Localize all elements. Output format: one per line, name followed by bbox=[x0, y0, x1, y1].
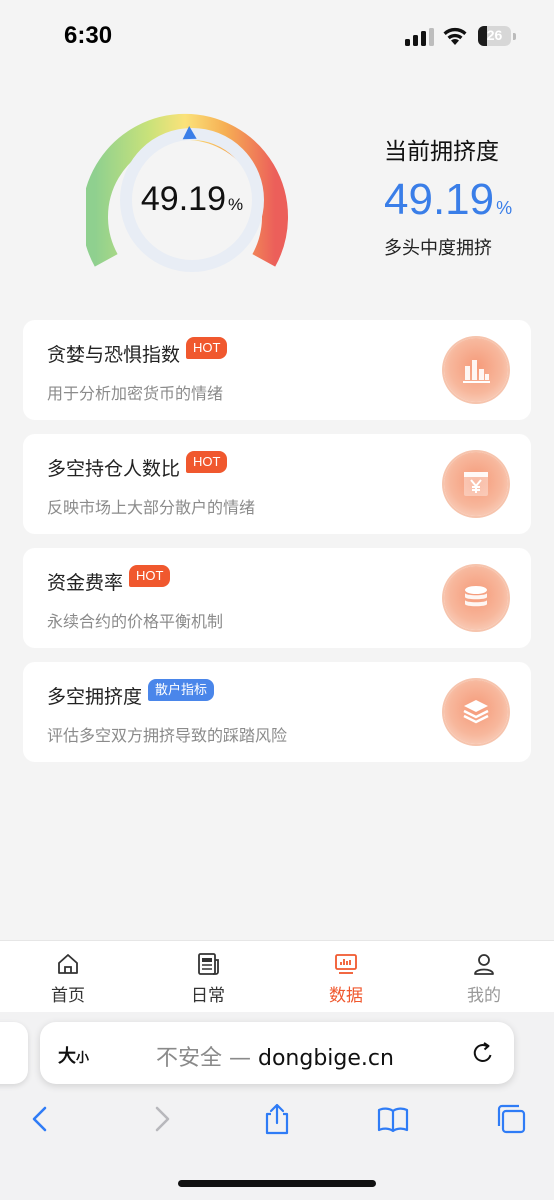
battery-indicator: 26 bbox=[478, 26, 516, 46]
gauge-unit: % bbox=[227, 195, 244, 214]
url-text[interactable]: 不安全 — dongbige.cn bbox=[156, 1040, 394, 1072]
card-description: 反映市场上大部分散户的情绪 bbox=[47, 498, 256, 517]
card-title: 贪婪与恐惧指数 bbox=[47, 344, 181, 366]
newspaper-icon bbox=[198, 953, 219, 975]
tab-home[interactable]: 首页 bbox=[28, 951, 108, 1006]
tab-label: 数据 bbox=[329, 986, 363, 1006]
database-icon bbox=[444, 566, 508, 630]
address-bar[interactable]: 大小 不安全 — dongbige.cn bbox=[40, 1022, 514, 1084]
text-size-button[interactable]: 大小 bbox=[58, 1042, 89, 1068]
status-bar: 6:30 26 bbox=[0, 0, 554, 70]
share-icon[interactable] bbox=[260, 1102, 294, 1136]
card-title-row: 多空拥挤度 散户指标 bbox=[47, 678, 215, 709]
home-indicator bbox=[178, 1180, 376, 1187]
retail-indicator-badge: 散户指标 bbox=[148, 678, 215, 701]
card-funding-rate[interactable]: 资金费率 HOT 永续合约的价格平衡机制 bbox=[23, 548, 531, 648]
forward-icon[interactable] bbox=[144, 1102, 178, 1136]
gauge-number: 49.19 bbox=[140, 180, 226, 218]
data-screen-icon bbox=[335, 954, 357, 974]
layers-icon bbox=[444, 680, 508, 744]
hot-badge: HOT bbox=[129, 564, 171, 587]
hot-badge: HOT bbox=[186, 336, 228, 359]
summary-value: 49.19% bbox=[384, 175, 544, 224]
hot-badge: HOT bbox=[186, 450, 228, 473]
bookmarks-icon[interactable] bbox=[376, 1102, 410, 1136]
text-size-big: 大 bbox=[58, 1046, 76, 1067]
back-icon[interactable] bbox=[24, 1102, 58, 1136]
summary-unit: % bbox=[496, 198, 513, 218]
user-icon bbox=[474, 954, 494, 975]
security-label: 不安全 — bbox=[156, 1046, 258, 1071]
card-title: 多空拥挤度 bbox=[47, 686, 143, 708]
card-title-row: 多空持仓人数比 HOT bbox=[47, 450, 228, 481]
home-icon bbox=[58, 954, 78, 974]
battery-tip bbox=[513, 33, 516, 40]
tab-label: 我的 bbox=[467, 986, 501, 1006]
crowding-summary: 当前拥挤度 49.19% 多头中度拥挤 bbox=[384, 132, 544, 260]
summary-title: 当前拥挤度 bbox=[384, 139, 499, 165]
card-long-short-ratio[interactable]: 多空持仓人数比 HOT 反映市场上大部分散户的情绪 bbox=[23, 434, 531, 534]
bar-chart-icon bbox=[444, 338, 508, 402]
tab-label: 日常 bbox=[191, 986, 225, 1006]
card-description: 永续合约的价格平衡机制 bbox=[47, 612, 224, 631]
summary-number: 49.19 bbox=[384, 175, 495, 224]
card-title-row: 贪婪与恐惧指数 HOT bbox=[47, 336, 228, 367]
cellular-signal-icon bbox=[405, 28, 434, 46]
card-description: 评估多空双方拥挤导致的踩踏风险 bbox=[47, 726, 288, 745]
url-host: dongbige.cn bbox=[258, 1046, 394, 1071]
reload-icon[interactable] bbox=[470, 1040, 496, 1066]
tab-profile[interactable]: 我的 bbox=[444, 951, 524, 1006]
card-fear-greed-index[interactable]: 贪婪与恐惧指数 HOT 用于分析加密货币的情绪 bbox=[23, 320, 531, 420]
card-description: 用于分析加密货币的情绪 bbox=[47, 384, 224, 403]
tab-label: 首页 bbox=[51, 986, 85, 1006]
battery-level: 26 bbox=[486, 27, 503, 43]
crowding-gauge: 49.19% bbox=[82, 92, 298, 282]
tabs-icon[interactable] bbox=[494, 1102, 528, 1136]
card-title: 多空持仓人数比 bbox=[47, 458, 181, 480]
card-long-short-crowding[interactable]: 多空拥挤度 散户指标 评估多空双方拥挤导致的踩踏风险 bbox=[23, 662, 531, 762]
text-size-small: 小 bbox=[76, 1051, 90, 1066]
previous-tab-pill[interactable] bbox=[0, 1022, 28, 1084]
summary-status: 多头中度拥挤 bbox=[384, 238, 492, 260]
card-title: 资金费率 bbox=[47, 572, 124, 594]
card-title-row: 资金费率 HOT bbox=[47, 564, 171, 595]
wifi-icon bbox=[443, 27, 467, 45]
tab-daily[interactable]: 日常 bbox=[168, 951, 248, 1006]
yuan-ticket-icon bbox=[444, 452, 508, 516]
tab-data[interactable]: 数据 bbox=[306, 951, 386, 1006]
browser-chrome: 大小 不安全 — dongbige.cn bbox=[0, 1012, 554, 1200]
battery-body: 26 bbox=[478, 26, 511, 46]
tab-bar: 首页 日常 数据 我的 bbox=[0, 940, 554, 1012]
gauge-value: 49.19% bbox=[86, 180, 298, 219]
status-time: 6:30 bbox=[64, 22, 113, 49]
